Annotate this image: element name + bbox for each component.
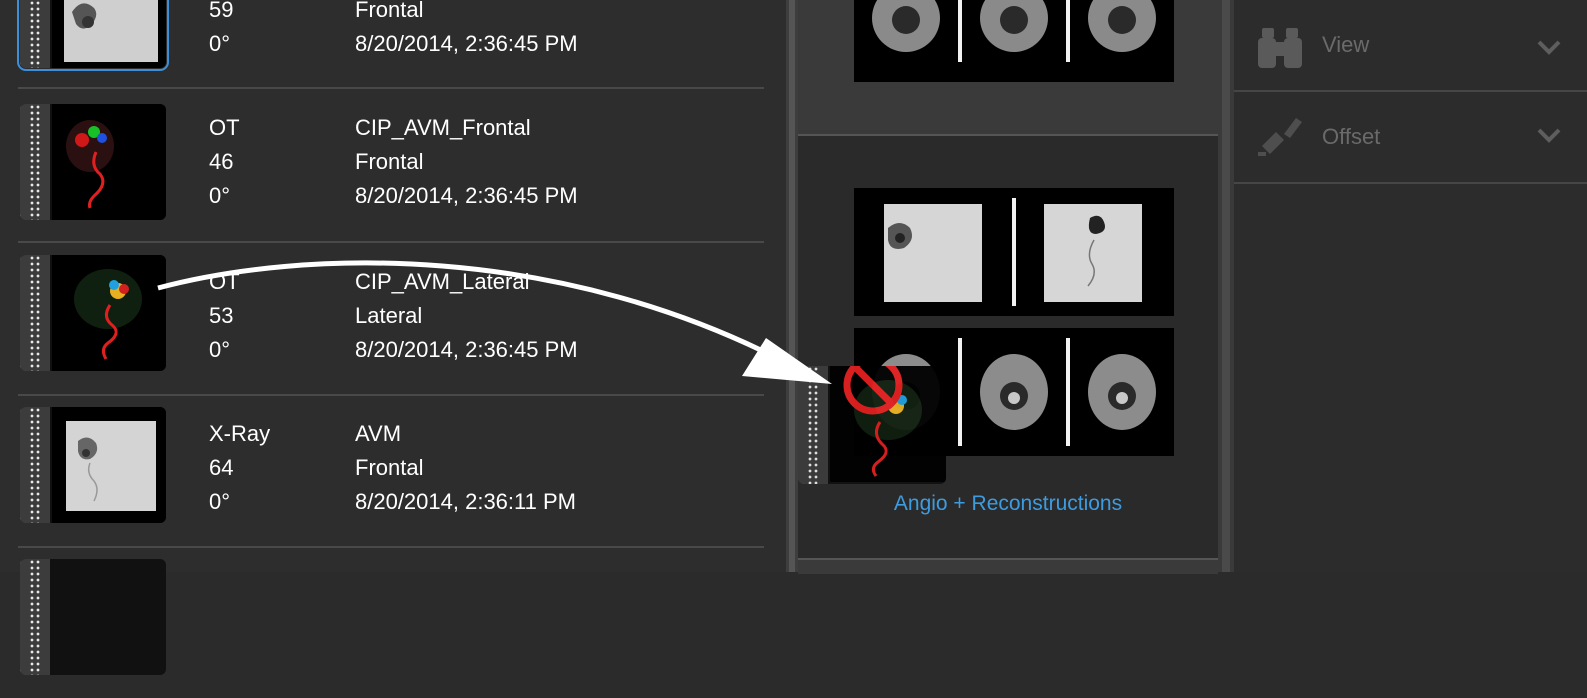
- series-thumbnail[interactable]: [17, 0, 169, 71]
- series-row[interactable]: 59 0° Frontal 8/20/2014, 2:36:45 PM: [17, 0, 764, 89]
- dragged-series-thumbnail[interactable]: [798, 366, 946, 484]
- series-angle: 0°: [209, 31, 231, 56]
- tool-label: View: [1322, 32, 1370, 57]
- binoculars-icon: [1258, 28, 1302, 68]
- layout-preset-previous[interactable]: [798, 0, 1218, 136]
- tools-panel: View Offset: [1234, 0, 1587, 572]
- drag-handle[interactable]: [20, 104, 50, 220]
- no-drop-icon: [843, 366, 903, 415]
- tool-label: Offset: [1322, 124, 1381, 149]
- series-image-count: 53: [209, 303, 234, 328]
- series-thumbnail[interactable]: [20, 255, 166, 371]
- color-angio-thumbnail-image: [52, 255, 166, 371]
- series-image-count: 46: [209, 149, 234, 174]
- layout-preset-angio-recon[interactable]: Angio + Reconstructions: [798, 136, 1218, 558]
- series-view: Frontal: [355, 0, 424, 22]
- series-image-count: 64: [209, 455, 234, 480]
- series-date: 8/20/2014, 2:36:45 PM: [355, 183, 578, 208]
- series-meta-col2: CIP_AVM_Lateral Lateral 8/20/2014, 2:36:…: [355, 265, 578, 367]
- series-date: 8/20/2014, 2:36:45 PM: [355, 31, 578, 56]
- series-thumbnail[interactable]: [20, 407, 166, 523]
- series-row[interactable]: X-Ray 64 0° AVM Frontal 8/20/2014, 2:36:…: [18, 393, 764, 548]
- series-view: Frontal: [355, 455, 424, 480]
- angio-images-preview: [884, 198, 1142, 306]
- chevron-down-icon[interactable]: [1537, 38, 1561, 56]
- chevron-down-icon[interactable]: [1537, 126, 1561, 144]
- ct-slices-preview: [872, 0, 1156, 62]
- series-meta-col1: X-Ray 64 0°: [209, 417, 270, 519]
- series-date: 8/20/2014, 2:36:45 PM: [355, 337, 578, 362]
- series-view: Lateral: [355, 303, 423, 328]
- angio-thumbnail-image: [52, 0, 166, 68]
- series-row[interactable]: [18, 545, 764, 698]
- series-modality: OT: [209, 115, 240, 140]
- tool-view[interactable]: View: [1234, 0, 1587, 92]
- series-date: 8/20/2014, 2:36:11 PM: [355, 489, 576, 514]
- series-meta-col2: Frontal 8/20/2014, 2:36:45 PM: [355, 0, 578, 61]
- series-name: CIP_AVM_Lateral: [355, 269, 530, 294]
- drag-handle[interactable]: [20, 0, 50, 68]
- color-angio-thumbnail-image: [52, 104, 166, 220]
- drag-handle[interactable]: [20, 407, 50, 523]
- series-meta-col1: OT 53 0°: [209, 265, 240, 367]
- series-list: 59 0° Frontal 8/20/2014, 2:36:45 PM OT 4…: [0, 0, 786, 675]
- series-name: AVM: [355, 421, 402, 446]
- tool-offset[interactable]: Offset: [1234, 92, 1587, 184]
- series-row[interactable]: OT 46 0° CIP_AVM_Frontal Frontal 8/20/20…: [18, 88, 764, 243]
- series-view: Frontal: [355, 149, 424, 174]
- layout-tile-ct-row: [854, 0, 1174, 82]
- series-row[interactable]: OT 53 0° CIP_AVM_Lateral Lateral 8/20/20…: [18, 241, 764, 396]
- series-meta-col2: CIP_AVM_Frontal Frontal 8/20/2014, 2:36:…: [355, 111, 578, 213]
- series-image-count: 59: [209, 0, 234, 22]
- series-meta-col1: 59 0°: [209, 0, 233, 61]
- series-meta-col1: OT 46 0°: [209, 111, 240, 213]
- drag-handle[interactable]: [798, 366, 828, 484]
- layout-panel: Angio + Reconstructions: [798, 0, 1218, 574]
- panel-splitter[interactable]: [786, 0, 798, 572]
- series-name: CIP_AVM_Frontal: [355, 115, 531, 140]
- offset-icon: [1258, 118, 1302, 156]
- series-modality: OT: [209, 269, 240, 294]
- series-meta-col2: AVM Frontal 8/20/2014, 2:36:11 PM: [355, 417, 576, 519]
- xray-thumbnail-image: [52, 407, 166, 523]
- layout-preset-caption[interactable]: Angio + Reconstructions: [794, 492, 1222, 516]
- panel-splitter[interactable]: [1218, 0, 1234, 572]
- drag-handle[interactable]: [20, 559, 50, 675]
- series-thumbnail[interactable]: [20, 559, 166, 675]
- series-modality: X-Ray: [209, 421, 271, 446]
- series-angle: 0°: [209, 337, 231, 362]
- layout-tile-angio-row: [854, 188, 1174, 316]
- series-angle: 0°: [209, 183, 231, 208]
- series-angle: 0°: [209, 489, 231, 514]
- series-thumbnail[interactable]: [20, 104, 166, 220]
- drag-handle[interactable]: [20, 255, 50, 371]
